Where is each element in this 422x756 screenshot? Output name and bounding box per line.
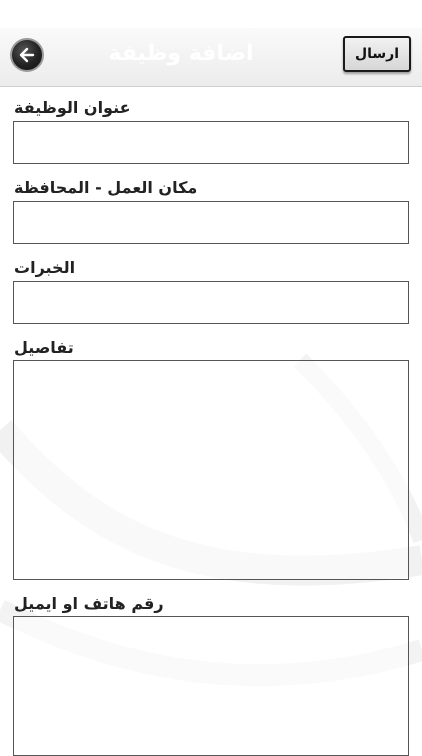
arrow-left-icon (19, 47, 35, 63)
job-title-input[interactable] (13, 121, 409, 164)
details-textarea[interactable] (13, 360, 409, 580)
experience-input[interactable] (13, 281, 409, 324)
back-button[interactable] (10, 38, 44, 72)
page-title: اضافة وظيفة (108, 41, 254, 66)
contact-label: رقم هاتف او ايميل (14, 594, 164, 613)
experience-label: الخبرات (14, 258, 76, 277)
job-title-label: عنوان الوظيفة (14, 98, 131, 117)
status-bar (0, 0, 422, 28)
send-button[interactable]: ارسال (343, 36, 411, 72)
location-input[interactable] (13, 201, 409, 244)
contact-textarea[interactable] (13, 616, 409, 756)
details-label: تفاصيل (14, 338, 74, 357)
navigation-bar: اضافة وظيفة ارسال (0, 28, 422, 87)
location-label: مكان العمل - المحافظة (14, 178, 198, 197)
